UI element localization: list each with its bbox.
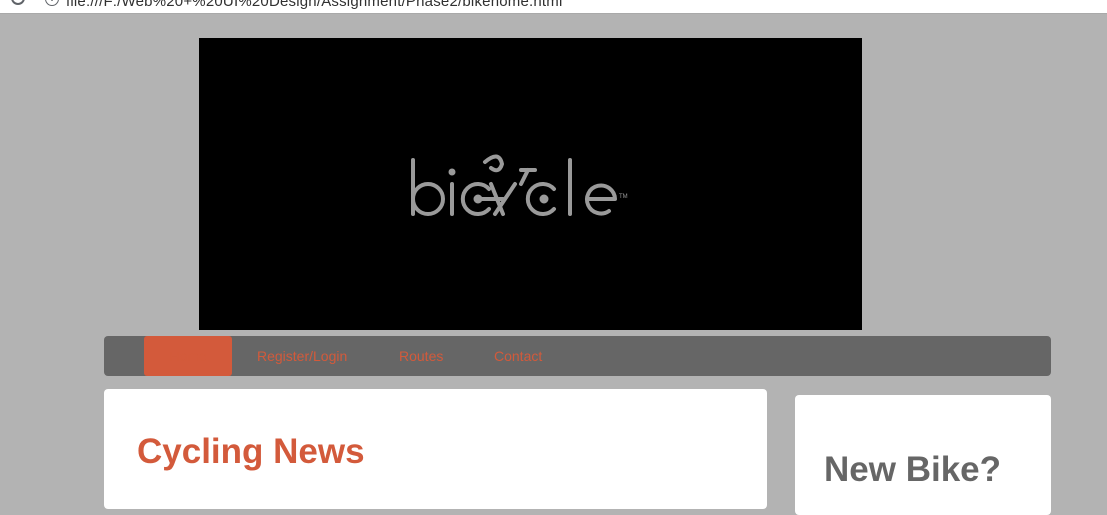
info-icon[interactable]: i bbox=[45, 0, 59, 6]
browser-address-bar: i file:///F:/Web%20+%20UI%20Design/Assig… bbox=[0, 0, 1107, 14]
header-banner: TM bbox=[199, 38, 862, 330]
nav-item-routes[interactable]: Routes bbox=[399, 336, 443, 376]
new-bike-panel: New Bike? bbox=[795, 395, 1051, 515]
news-heading: Cycling News bbox=[137, 432, 365, 471]
nav-item-contact[interactable]: Contact bbox=[494, 336, 542, 376]
bicycle-logo: TM bbox=[411, 154, 628, 216]
nav-item-home[interactable]: Home bbox=[144, 336, 232, 376]
news-panel: Cycling News bbox=[104, 389, 767, 509]
new-bike-heading: New Bike? bbox=[824, 450, 1001, 489]
trademark-mark: TM bbox=[619, 194, 628, 200]
nav-item-register-login[interactable]: Register/Login bbox=[257, 336, 347, 376]
main-navigation: Home Register/Login Routes Contact bbox=[104, 336, 1051, 376]
reload-icon[interactable] bbox=[11, 0, 25, 5]
url-field[interactable]: file:///F:/Web%20+%20UI%20Design/Assignm… bbox=[66, 0, 563, 10]
